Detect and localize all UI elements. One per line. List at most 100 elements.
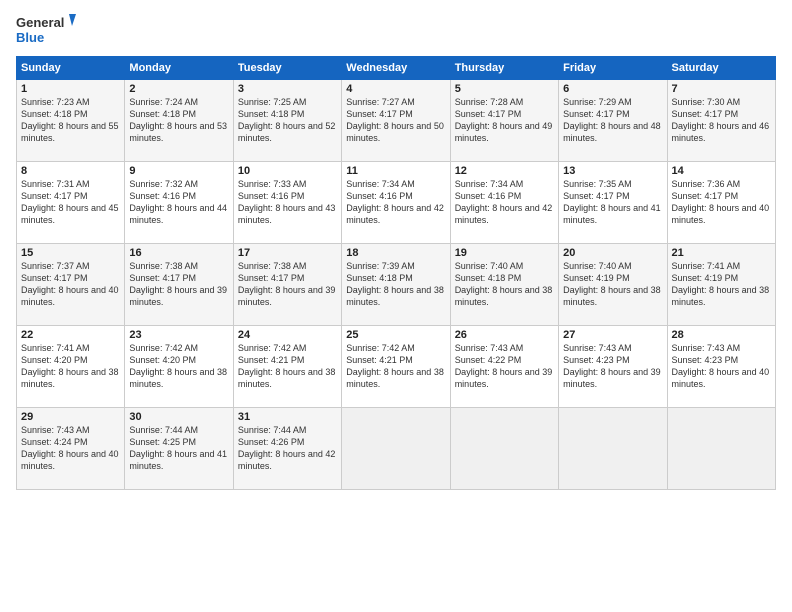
calendar-cell: 5 Sunrise: 7:28 AM Sunset: 4:17 PM Dayli… [450, 80, 558, 162]
day-number: 31 [238, 411, 337, 423]
calendar-cell: 19 Sunrise: 7:40 AM Sunset: 4:18 PM Dayl… [450, 244, 558, 326]
day-info: Sunrise: 7:35 AM Sunset: 4:17 PM Dayligh… [563, 178, 662, 227]
calendar-header-thursday: Thursday [450, 57, 558, 80]
calendar-cell: 12 Sunrise: 7:34 AM Sunset: 4:16 PM Dayl… [450, 162, 558, 244]
calendar-week-row: 22 Sunrise: 7:41 AM Sunset: 4:20 PM Dayl… [17, 326, 776, 408]
day-info: Sunrise: 7:38 AM Sunset: 4:17 PM Dayligh… [129, 260, 228, 309]
day-info: Sunrise: 7:36 AM Sunset: 4:17 PM Dayligh… [672, 178, 771, 227]
calendar-cell: 2 Sunrise: 7:24 AM Sunset: 4:18 PM Dayli… [125, 80, 233, 162]
page: General Blue SundayMondayTuesdayWednesda… [0, 0, 792, 612]
day-info: Sunrise: 7:37 AM Sunset: 4:17 PM Dayligh… [21, 260, 120, 309]
day-info: Sunrise: 7:40 AM Sunset: 4:18 PM Dayligh… [455, 260, 554, 309]
day-number: 21 [672, 247, 771, 259]
day-number: 7 [672, 83, 771, 95]
day-number: 4 [346, 83, 445, 95]
logo: General Blue [16, 12, 76, 48]
day-info: Sunrise: 7:25 AM Sunset: 4:18 PM Dayligh… [238, 96, 337, 145]
calendar-cell: 29 Sunrise: 7:43 AM Sunset: 4:24 PM Dayl… [17, 408, 125, 490]
calendar-cell: 15 Sunrise: 7:37 AM Sunset: 4:17 PM Dayl… [17, 244, 125, 326]
day-info: Sunrise: 7:41 AM Sunset: 4:20 PM Dayligh… [21, 342, 120, 391]
calendar-header-saturday: Saturday [667, 57, 775, 80]
day-info: Sunrise: 7:29 AM Sunset: 4:17 PM Dayligh… [563, 96, 662, 145]
day-number: 22 [21, 329, 120, 341]
calendar-table: SundayMondayTuesdayWednesdayThursdayFrid… [16, 56, 776, 490]
day-number: 2 [129, 83, 228, 95]
day-info: Sunrise: 7:33 AM Sunset: 4:16 PM Dayligh… [238, 178, 337, 227]
day-info: Sunrise: 7:28 AM Sunset: 4:17 PM Dayligh… [455, 96, 554, 145]
day-number: 18 [346, 247, 445, 259]
day-number: 10 [238, 165, 337, 177]
calendar-week-row: 29 Sunrise: 7:43 AM Sunset: 4:24 PM Dayl… [17, 408, 776, 490]
calendar-cell [559, 408, 667, 490]
calendar-cell: 22 Sunrise: 7:41 AM Sunset: 4:20 PM Dayl… [17, 326, 125, 408]
header: General Blue [16, 12, 776, 48]
calendar-header-wednesday: Wednesday [342, 57, 450, 80]
calendar-cell [667, 408, 775, 490]
calendar-cell: 26 Sunrise: 7:43 AM Sunset: 4:22 PM Dayl… [450, 326, 558, 408]
day-number: 6 [563, 83, 662, 95]
day-info: Sunrise: 7:31 AM Sunset: 4:17 PM Dayligh… [21, 178, 120, 227]
day-info: Sunrise: 7:38 AM Sunset: 4:17 PM Dayligh… [238, 260, 337, 309]
day-info: Sunrise: 7:42 AM Sunset: 4:21 PM Dayligh… [238, 342, 337, 391]
day-number: 16 [129, 247, 228, 259]
day-info: Sunrise: 7:30 AM Sunset: 4:17 PM Dayligh… [672, 96, 771, 145]
day-number: 24 [238, 329, 337, 341]
calendar-header-tuesday: Tuesday [233, 57, 341, 80]
calendar-cell: 7 Sunrise: 7:30 AM Sunset: 4:17 PM Dayli… [667, 80, 775, 162]
day-info: Sunrise: 7:40 AM Sunset: 4:19 PM Dayligh… [563, 260, 662, 309]
calendar-cell: 27 Sunrise: 7:43 AM Sunset: 4:23 PM Dayl… [559, 326, 667, 408]
calendar-cell [342, 408, 450, 490]
calendar-cell: 17 Sunrise: 7:38 AM Sunset: 4:17 PM Dayl… [233, 244, 341, 326]
day-number: 13 [563, 165, 662, 177]
day-info: Sunrise: 7:34 AM Sunset: 4:16 PM Dayligh… [346, 178, 445, 227]
calendar-cell: 1 Sunrise: 7:23 AM Sunset: 4:18 PM Dayli… [17, 80, 125, 162]
day-number: 26 [455, 329, 554, 341]
day-info: Sunrise: 7:24 AM Sunset: 4:18 PM Dayligh… [129, 96, 228, 145]
calendar-cell: 9 Sunrise: 7:32 AM Sunset: 4:16 PM Dayli… [125, 162, 233, 244]
day-info: Sunrise: 7:44 AM Sunset: 4:26 PM Dayligh… [238, 424, 337, 473]
calendar-header-friday: Friday [559, 57, 667, 80]
calendar-cell: 30 Sunrise: 7:44 AM Sunset: 4:25 PM Dayl… [125, 408, 233, 490]
day-number: 1 [21, 83, 120, 95]
calendar-cell: 25 Sunrise: 7:42 AM Sunset: 4:21 PM Dayl… [342, 326, 450, 408]
day-number: 3 [238, 83, 337, 95]
calendar-cell: 3 Sunrise: 7:25 AM Sunset: 4:18 PM Dayli… [233, 80, 341, 162]
day-number: 9 [129, 165, 228, 177]
calendar-header-row: SundayMondayTuesdayWednesdayThursdayFrid… [17, 57, 776, 80]
day-info: Sunrise: 7:43 AM Sunset: 4:23 PM Dayligh… [672, 342, 771, 391]
day-number: 5 [455, 83, 554, 95]
day-info: Sunrise: 7:44 AM Sunset: 4:25 PM Dayligh… [129, 424, 228, 473]
calendar-week-row: 8 Sunrise: 7:31 AM Sunset: 4:17 PM Dayli… [17, 162, 776, 244]
calendar-week-row: 15 Sunrise: 7:37 AM Sunset: 4:17 PM Dayl… [17, 244, 776, 326]
day-number: 15 [21, 247, 120, 259]
calendar-header-sunday: Sunday [17, 57, 125, 80]
day-number: 11 [346, 165, 445, 177]
day-info: Sunrise: 7:27 AM Sunset: 4:17 PM Dayligh… [346, 96, 445, 145]
calendar-cell: 23 Sunrise: 7:42 AM Sunset: 4:20 PM Dayl… [125, 326, 233, 408]
day-info: Sunrise: 7:32 AM Sunset: 4:16 PM Dayligh… [129, 178, 228, 227]
day-info: Sunrise: 7:23 AM Sunset: 4:18 PM Dayligh… [21, 96, 120, 145]
day-info: Sunrise: 7:43 AM Sunset: 4:23 PM Dayligh… [563, 342, 662, 391]
calendar-cell: 4 Sunrise: 7:27 AM Sunset: 4:17 PM Dayli… [342, 80, 450, 162]
day-number: 25 [346, 329, 445, 341]
day-number: 28 [672, 329, 771, 341]
calendar-cell: 18 Sunrise: 7:39 AM Sunset: 4:18 PM Dayl… [342, 244, 450, 326]
day-info: Sunrise: 7:34 AM Sunset: 4:16 PM Dayligh… [455, 178, 554, 227]
svg-text:General: General [16, 15, 64, 30]
day-info: Sunrise: 7:42 AM Sunset: 4:21 PM Dayligh… [346, 342, 445, 391]
day-number: 30 [129, 411, 228, 423]
day-info: Sunrise: 7:43 AM Sunset: 4:24 PM Dayligh… [21, 424, 120, 473]
day-number: 14 [672, 165, 771, 177]
day-number: 17 [238, 247, 337, 259]
day-number: 27 [563, 329, 662, 341]
day-number: 29 [21, 411, 120, 423]
day-info: Sunrise: 7:42 AM Sunset: 4:20 PM Dayligh… [129, 342, 228, 391]
day-number: 19 [455, 247, 554, 259]
svg-text:Blue: Blue [16, 30, 44, 45]
calendar-cell: 6 Sunrise: 7:29 AM Sunset: 4:17 PM Dayli… [559, 80, 667, 162]
calendar-cell: 14 Sunrise: 7:36 AM Sunset: 4:17 PM Dayl… [667, 162, 775, 244]
day-info: Sunrise: 7:39 AM Sunset: 4:18 PM Dayligh… [346, 260, 445, 309]
day-info: Sunrise: 7:41 AM Sunset: 4:19 PM Dayligh… [672, 260, 771, 309]
calendar-cell: 31 Sunrise: 7:44 AM Sunset: 4:26 PM Dayl… [233, 408, 341, 490]
calendar-cell: 16 Sunrise: 7:38 AM Sunset: 4:17 PM Dayl… [125, 244, 233, 326]
